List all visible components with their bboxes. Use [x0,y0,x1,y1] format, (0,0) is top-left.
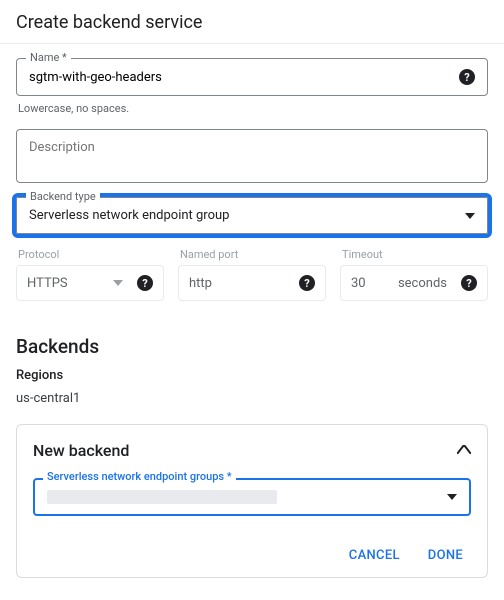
named-port-field: Named port http ? [178,248,326,301]
chevron-down-icon [465,213,475,219]
name-input[interactable] [29,70,451,85]
region-value: us-central1 [16,391,488,406]
description-input[interactable] [29,140,475,176]
chevron-down-icon [447,494,457,500]
done-button[interactable]: DONE [428,548,463,563]
name-helper-text: Lowercase, no spaces. [18,102,488,115]
new-backend-card: New backend Serverless network endpoint … [16,424,488,578]
backend-type-highlight: Backend type Serverless network endpoint… [12,193,492,238]
page-title: Create backend service [0,0,504,44]
help-icon[interactable]: ? [461,275,477,291]
protocol-field: Protocol HTTPS ? [16,248,164,301]
backends-heading: Backends [16,335,488,358]
cancel-button[interactable]: CANCEL [349,548,400,563]
chevron-down-icon [113,280,123,286]
backend-type-label: Backend type [26,190,100,203]
backend-type-value: Serverless network endpoint group [29,208,229,223]
neg-label: Serverless network endpoint groups * [43,470,236,483]
help-icon[interactable]: ? [459,69,475,85]
neg-value-placeholder [47,490,277,504]
collapse-icon[interactable] [457,443,471,458]
help-icon[interactable]: ? [299,275,315,291]
timeout-field: Timeout 30 seconds ? [340,248,488,301]
name-field: Name * ? [16,58,488,96]
new-backend-title: New backend [33,441,129,460]
neg-select[interactable] [33,478,471,516]
help-icon[interactable]: ? [137,275,153,291]
description-field [16,129,488,183]
name-label: Name * [26,51,71,64]
regions-label: Regions [16,368,488,383]
